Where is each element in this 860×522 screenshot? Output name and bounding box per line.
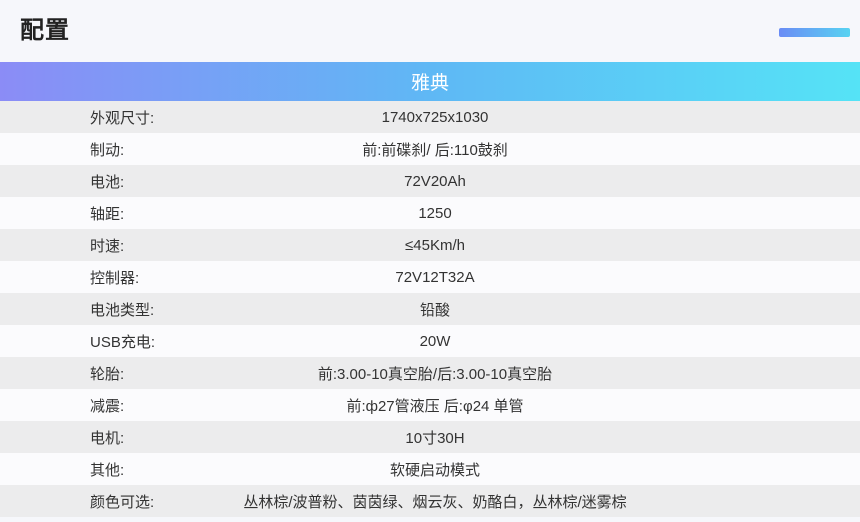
spec-value: 铅酸	[419, 301, 450, 319]
spec-label: 外观尺寸:	[90, 109, 155, 127]
spec-label: 电池:	[90, 173, 125, 191]
spec-label: 轮胎:	[90, 365, 125, 383]
spec-row-speed: 时速: ≤45Km/h	[0, 229, 860, 261]
spec-row-brakes: 制动: 前:前碟刹/ 后:110鼓刹	[0, 133, 860, 165]
spec-value: 72V12T32A	[395, 268, 475, 286]
spec-value: 10寸30H	[405, 429, 465, 447]
spec-label: 其他:	[90, 461, 125, 479]
spec-label: 轴距:	[90, 205, 125, 223]
spec-label: 制动:	[90, 141, 125, 159]
spec-label: 时速:	[90, 237, 125, 255]
spec-value: 前:前碟刹/ 后:110鼓刹	[362, 141, 508, 159]
spec-value: 丛林棕/波普粉、茵茵绿、烟云灰、奶酪白，丛林棕/迷雾棕	[243, 493, 627, 511]
model-header: 雅典	[0, 62, 860, 101]
spec-row-dimensions: 外观尺寸: 1740x725x1030	[0, 101, 860, 133]
spec-row-wheelbase: 轴距: 1250	[0, 197, 860, 229]
spec-row-tires: 轮胎: 前:3.00-10真空胎/后:3.00-10真空胎	[0, 357, 860, 389]
spec-row-usb-charging: USB充电: 20W	[0, 325, 860, 357]
spec-value: 72V20Ah	[404, 172, 466, 190]
spec-value: 前:3.00-10真空胎/后:3.00-10真空胎	[317, 365, 553, 383]
title-accent-bar	[779, 28, 850, 37]
spec-label: 电池类型:	[90, 301, 155, 319]
spec-row-controller: 控制器: 72V12T32A	[0, 261, 860, 293]
model-name: 雅典	[410, 73, 449, 94]
spec-row-suspension: 减震: 前:ф27管液压 后:φ24 单管	[0, 389, 860, 421]
spec-label: 控制器:	[90, 269, 140, 287]
spec-value: 20W	[419, 332, 451, 350]
spec-value: ≤45Km/h	[405, 236, 465, 254]
spec-label: 颜色可选:	[90, 493, 155, 511]
spec-row-motor: 电机: 10寸30H	[0, 421, 860, 453]
spec-value: 1740x725x1030	[381, 108, 489, 126]
spec-label: USB充电:	[90, 333, 156, 351]
page-header: 配置	[0, 0, 860, 62]
spec-table: 外观尺寸: 1740x725x1030 制动: 前:前碟刹/ 后:110鼓刹 电…	[0, 101, 860, 517]
spec-row-colors: 颜色可选: 丛林棕/波普粉、茵茵绿、烟云灰、奶酪白，丛林棕/迷雾棕	[0, 485, 860, 517]
spec-row-battery-type: 电池类型: 铅酸	[0, 293, 860, 325]
spec-label: 减震:	[90, 397, 125, 415]
spec-value: 前:ф27管液压 后:φ24 单管	[346, 397, 524, 415]
spec-value: 1250	[418, 204, 452, 222]
spec-row-other: 其他: 软硬启动模式	[0, 453, 860, 485]
spec-label: 电机:	[90, 429, 125, 447]
page-title: 配置	[20, 17, 70, 44]
spec-row-battery: 电池: 72V20Ah	[0, 165, 860, 197]
spec-value: 软硬启动模式	[389, 461, 480, 479]
